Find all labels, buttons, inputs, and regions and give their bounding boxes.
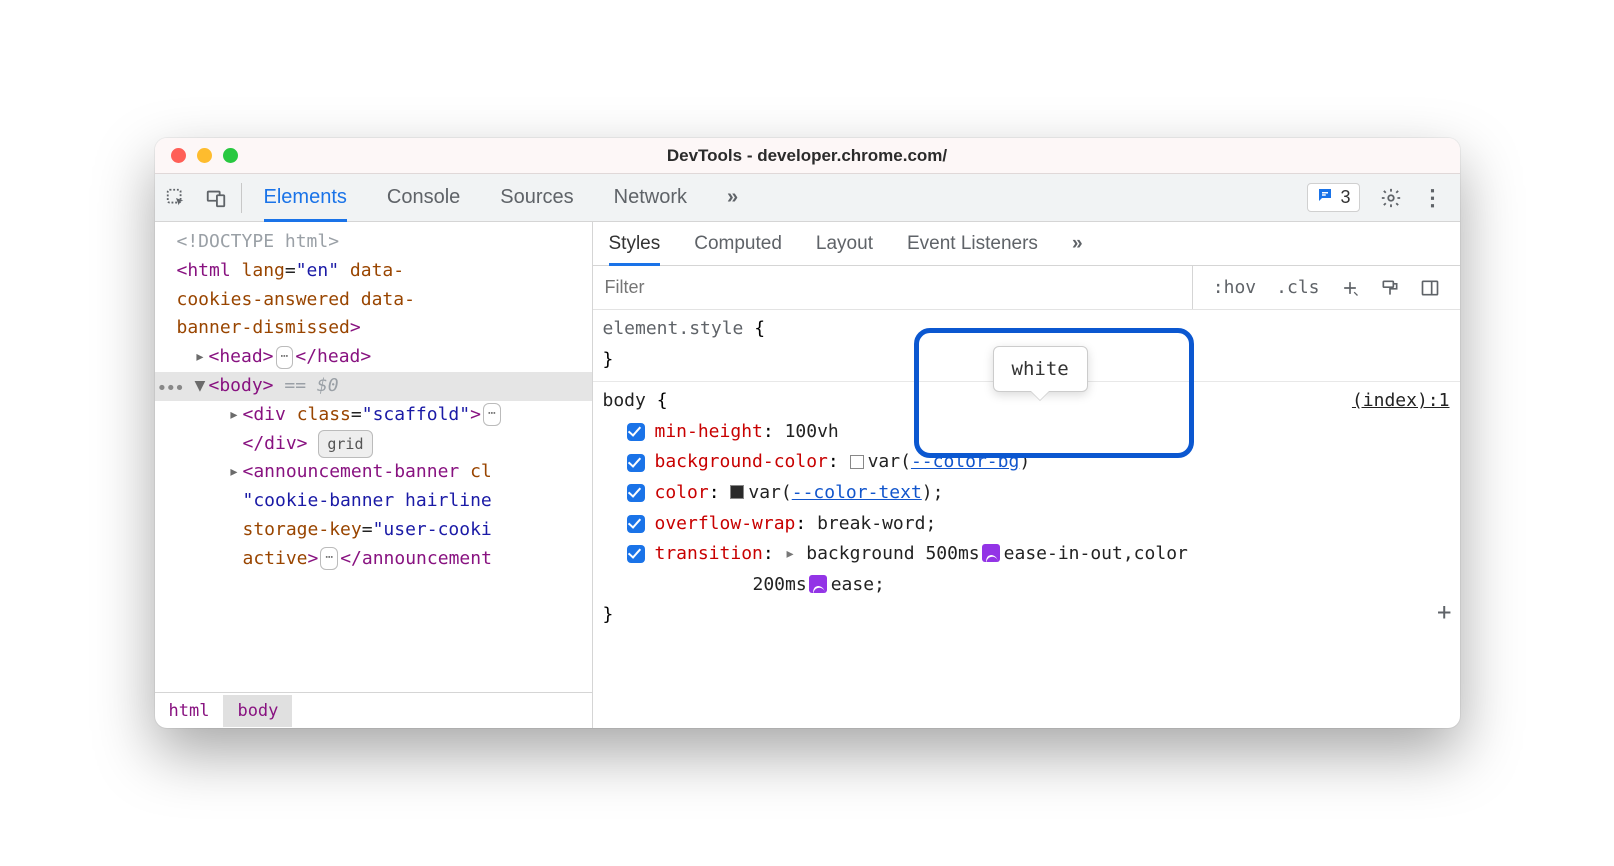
subtab-computed[interactable]: Computed xyxy=(694,222,782,265)
device-toolbar-icon[interactable] xyxy=(205,187,227,209)
minimize-window-button[interactable] xyxy=(197,148,212,163)
main-tabs: Elements Console Sources Network » xyxy=(264,174,739,221)
dom-tree[interactable]: <!DOCTYPE html> <html lang="en" data- co… xyxy=(155,222,592,692)
hov-toggle[interactable]: :hov xyxy=(1203,266,1266,309)
issues-counter[interactable]: 3 xyxy=(1307,183,1359,212)
elements-panel: <!DOCTYPE html> <html lang="en" data- co… xyxy=(155,222,593,728)
selected-gutter-icon: ••• xyxy=(157,375,184,404)
issues-icon xyxy=(1316,186,1334,209)
paint-format-icon[interactable] xyxy=(1370,266,1410,309)
toggle-sidebar-icon[interactable] xyxy=(1410,266,1450,309)
subtab-layout[interactable]: Layout xyxy=(816,222,873,265)
sub-tab-bar: Styles Computed Layout Event Listeners » xyxy=(593,222,1460,266)
titlebar: DevTools - developer.chrome.com/ xyxy=(155,138,1460,174)
more-subtabs-icon[interactable]: » xyxy=(1072,222,1083,265)
filter-input[interactable] xyxy=(593,266,1193,309)
traffic-lights xyxy=(155,148,238,163)
inspect-element-icon[interactable] xyxy=(165,187,187,209)
toggle-color[interactable] xyxy=(627,484,645,502)
crumb-html[interactable]: html xyxy=(155,695,224,727)
announcement-line[interactable]: ▸<announcement-banner cl "cookie-banner … xyxy=(177,458,592,573)
main-area: <!DOCTYPE html> <html lang="en" data- co… xyxy=(155,222,1460,728)
filter-bar: :hov .cls xyxy=(593,266,1460,310)
prop-transition[interactable]: transition: ▸ background 500ms ease-in-o… xyxy=(603,539,1450,600)
tab-console[interactable]: Console xyxy=(387,174,460,221)
doctype-line: <!DOCTYPE html> xyxy=(177,228,592,257)
styles-panel: Styles Computed Layout Event Listeners »… xyxy=(593,222,1460,728)
style-rules: element.style { } (index):1 body { min-h… xyxy=(593,310,1460,728)
body-selected-line[interactable]: ••• ▼<body> == $0 xyxy=(155,372,592,401)
left-icon-group xyxy=(165,183,242,213)
var-color-text[interactable]: --color-text xyxy=(792,478,922,509)
html-open-line: <html lang="en" data- cookies-answered d… xyxy=(177,257,592,343)
head-line[interactable]: ▸<head>⋯</head> xyxy=(177,343,592,372)
prop-background-color[interactable]: background-color: var(--color-bg) xyxy=(603,447,1450,478)
window-title: DevTools - developer.chrome.com/ xyxy=(155,146,1460,166)
selector-body: body xyxy=(603,390,646,411)
tab-network[interactable]: Network xyxy=(614,174,687,221)
top-right-tools: 3 ⋮ xyxy=(1301,183,1449,212)
new-style-rule-icon[interactable] xyxy=(1330,266,1370,309)
toggle-overflow-wrap[interactable] xyxy=(627,515,645,533)
grid-badge[interactable]: grid xyxy=(318,430,372,458)
tooltip-text: white xyxy=(1012,358,1069,380)
color-swatch-white[interactable] xyxy=(850,455,864,469)
var-color-bg[interactable]: --color-bg xyxy=(911,447,1019,478)
close-window-button[interactable] xyxy=(171,148,186,163)
zoom-window-button[interactable] xyxy=(223,148,238,163)
selector-element-style: element.style xyxy=(603,318,744,339)
toggle-background-color[interactable] xyxy=(627,454,645,472)
crumb-body[interactable]: body xyxy=(223,695,292,727)
tab-elements[interactable]: Elements xyxy=(264,174,347,221)
rule-body[interactable]: (index):1 body { min-height: 100vh backg… xyxy=(593,382,1460,637)
subtab-event-listeners[interactable]: Event Listeners xyxy=(907,222,1038,265)
prop-overflow-wrap[interactable]: overflow-wrap: break-word; xyxy=(603,509,1450,540)
source-link[interactable]: (index):1 xyxy=(1352,386,1450,417)
bezier-icon[interactable] xyxy=(809,575,827,593)
more-options-icon[interactable]: ⋮ xyxy=(1422,187,1444,209)
bezier-icon[interactable] xyxy=(982,544,1000,562)
more-tabs-icon[interactable]: » xyxy=(727,174,738,221)
color-swatch-black[interactable] xyxy=(730,485,744,499)
top-tab-bar: Elements Console Sources Network » 3 ⋮ xyxy=(155,174,1460,222)
prop-color[interactable]: color: var(--color-text); xyxy=(603,478,1450,509)
settings-gear-icon[interactable] xyxy=(1380,187,1402,209)
add-property-icon[interactable]: + xyxy=(1437,592,1451,633)
prop-min-height[interactable]: min-height: 100vh xyxy=(603,417,1450,448)
scaffold-line[interactable]: ▸<div class="scaffold">⋯ </div> grid xyxy=(177,401,592,459)
issues-count: 3 xyxy=(1340,187,1350,208)
tab-sources[interactable]: Sources xyxy=(500,174,573,221)
filter-tools: :hov .cls xyxy=(1193,266,1460,309)
breadcrumb: html body xyxy=(155,692,592,728)
toggle-min-height[interactable] xyxy=(627,423,645,441)
resolved-value-tooltip: white xyxy=(993,346,1088,392)
devtools-window: DevTools - developer.chrome.com/ Element… xyxy=(155,138,1460,728)
subtab-styles[interactable]: Styles xyxy=(609,222,661,265)
cls-toggle[interactable]: .cls xyxy=(1266,266,1329,309)
toggle-transition[interactable] xyxy=(627,545,645,563)
